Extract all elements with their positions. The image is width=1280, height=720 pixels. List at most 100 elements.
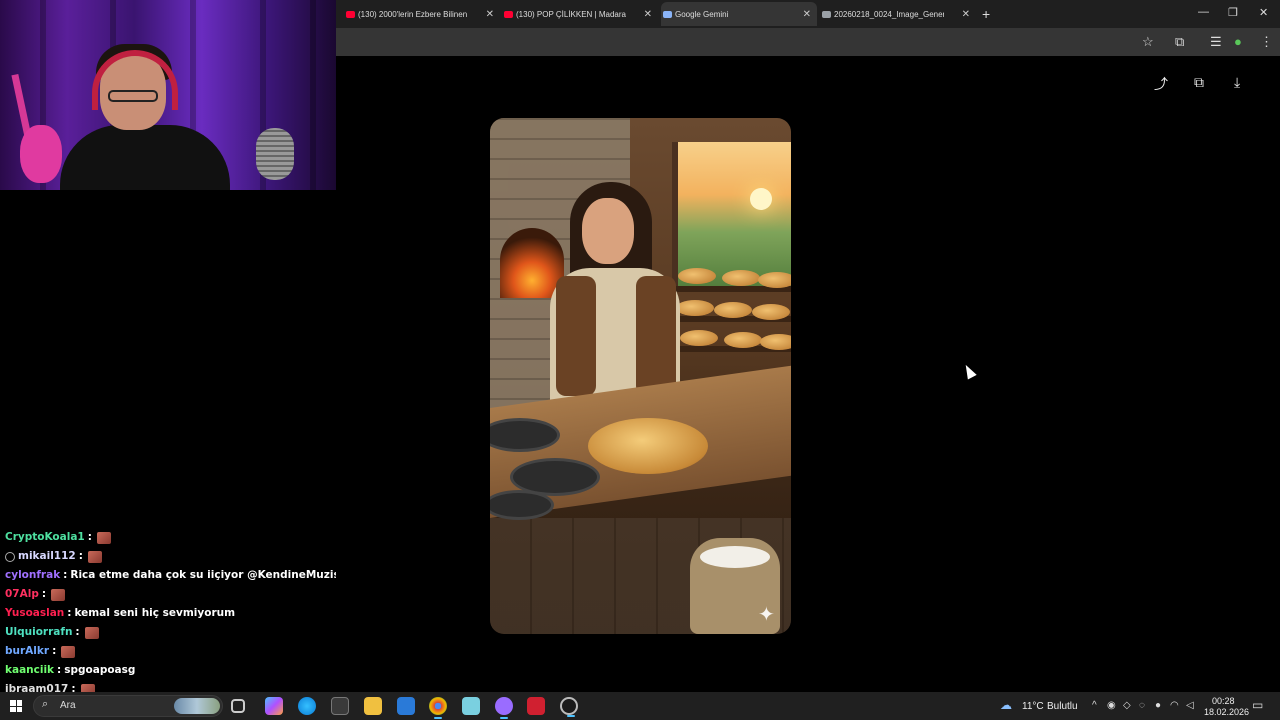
share-icon[interactable]: ⤴ [1154, 74, 1168, 94]
copy-icon[interactable]: ⧉ [1194, 74, 1204, 91]
volume-icon[interactable]: ◁ [1186, 700, 1194, 711]
weather-temperature[interactable]: 11°C [1022, 701, 1044, 712]
tab-label: (130) POP ÇİLİKKEN | Madara O [516, 9, 626, 19]
tab-1[interactable]: (130) POP ÇİLİKKEN | Madara O ✕ [502, 4, 658, 24]
screen: CryptoKoala1: mikail112: cylonfrak: Rica et… [0, 0, 1280, 720]
flatbread [588, 418, 708, 474]
mic-icon[interactable]: ● [1155, 700, 1161, 711]
media-app-icon[interactable] [527, 697, 545, 715]
tab-label: Google Gemini [675, 9, 729, 19]
browser-toolbar: ☆ ⧉ ☰ ● ⋮ [336, 28, 1280, 56]
chat-emote-icon [84, 626, 99, 639]
tab-3[interactable]: 20260218_0024_Image_Genera ✕ [820, 4, 976, 24]
weather-icon: ☁ [1000, 698, 1012, 712]
browser-menu-icon[interactable]: ⋮ [1260, 34, 1273, 50]
browser-tab-bar: (130) 2000'lerin Ezbere Bilinen ✕ (130) … [336, 0, 1280, 28]
microphone [256, 128, 294, 180]
search-highlight-art [174, 698, 220, 714]
chrome-icon[interactable] [429, 697, 447, 719]
search-placeholder: Ara [60, 700, 76, 711]
windows-taskbar: ⌕ Ara ☁ 11°C Bulutlu ^ ◉ ◇ ◌ ● ◠ ◁ 00:28… [0, 692, 1280, 720]
flour [700, 546, 770, 568]
chat-separator: : [78, 550, 83, 562]
chat-emote-icon [51, 588, 66, 601]
media-controls-icon[interactable]: ☰ [1210, 34, 1222, 50]
chat-separator: : [52, 645, 57, 657]
windows-start-icon[interactable] [10, 700, 22, 712]
chat-separator: : [87, 531, 92, 543]
chat-username[interactable]: Yusoaslan [5, 604, 64, 623]
chat-username[interactable]: burAlkr [5, 642, 49, 661]
bookmark-star-icon[interactable]: ☆ [1142, 34, 1154, 50]
chat-username[interactable]: CryptoKoala1 [5, 528, 85, 547]
window-close-button[interactable]: ✕ [1259, 6, 1268, 19]
tab-2[interactable]: Google Gemini ✕ [661, 2, 817, 26]
baking-pan [490, 490, 554, 520]
chat-username[interactable]: mikail112 [18, 547, 76, 566]
store-icon[interactable] [331, 697, 349, 715]
streaming-app-icon[interactable] [560, 697, 578, 717]
close-icon[interactable]: ✕ [803, 9, 811, 20]
chat-separator: : [75, 626, 80, 638]
youtube-icon [346, 10, 355, 18]
minimize-button[interactable]: — [1198, 6, 1209, 18]
edge-icon[interactable] [298, 697, 316, 715]
chat-username[interactable]: kaanciik [5, 661, 54, 680]
chat-emote-icon [96, 531, 111, 544]
baker-vest-right [636, 276, 676, 396]
taskbar-search[interactable]: ⌕ Ara [33, 695, 223, 717]
tab-0[interactable]: (130) 2000'lerin Ezbere Bilinen ✕ [344, 4, 500, 24]
task-view-icon[interactable] [231, 699, 245, 713]
mail-icon[interactable] [397, 697, 415, 715]
close-icon[interactable]: ✕ [644, 9, 652, 20]
close-icon[interactable]: ✕ [486, 9, 494, 20]
chat-message: 07Alp: [0, 585, 336, 604]
new-tab-button[interactable]: + [982, 6, 990, 22]
chat-text: kemal seni hiç sevmiyorum [74, 607, 236, 619]
generated-image: ✦ [490, 118, 791, 634]
profile-icon[interactable]: ● [1234, 34, 1242, 49]
globe-icon [822, 10, 831, 18]
chat-username[interactable]: Ulquiorrafn [5, 623, 72, 642]
chat-text: Rica etme daha çok su iiçiyor @KendineMu… [70, 569, 362, 581]
chat-text: spgoapoasg [64, 664, 136, 676]
file-explorer-icon[interactable] [364, 697, 382, 715]
network-icon[interactable]: ◌ [1139, 700, 1145, 711]
chat-message: mikail112: [0, 547, 336, 566]
tray-app-icon[interactable]: ◇ [1123, 700, 1131, 711]
close-icon[interactable]: ✕ [962, 9, 970, 20]
chat-emote-icon [61, 645, 76, 658]
guitar [20, 125, 62, 183]
download-icon[interactable]: ⤓ [1234, 74, 1240, 91]
weather-description[interactable]: Bulutlu [1047, 701, 1078, 712]
tab-label: (130) 2000'lerin Ezbere Bilinen [358, 9, 468, 19]
restore-button[interactable]: ❐ [1228, 6, 1238, 19]
chat-username[interactable]: cylonfrak [5, 566, 60, 585]
clock-date[interactable]: 18.02.2026 [1204, 707, 1249, 717]
tray-chevron-icon[interactable]: ^ [1092, 700, 1097, 711]
chat-separator: : [57, 664, 62, 676]
chat-separator: : [41, 588, 47, 600]
search-icon: ⌕ [42, 698, 49, 710]
obs-icon[interactable] [495, 697, 513, 719]
chat-separator: : [67, 607, 72, 619]
wifi-icon[interactable]: ◠ [1170, 700, 1179, 711]
stream-chat: CryptoKoala1: mikail112: cylonfrak: Rica et… [0, 528, 361, 699]
extensions-icon[interactable]: ⧉ [1175, 34, 1184, 50]
chat-message: kaanciik: spgoapoasg [0, 661, 336, 680]
chat-message: Yusoaslan: kemal seni hiç sevmiyorum [0, 604, 336, 623]
chat-message: CryptoKoala1: [0, 528, 336, 547]
chat-emote-icon [87, 550, 102, 563]
chat-message: burAlkr: [0, 642, 336, 661]
notes-icon[interactable] [462, 697, 480, 715]
notification-icon[interactable]: ▭ [1252, 698, 1263, 712]
chat-username[interactable]: 07Alp [5, 585, 39, 604]
gemini-icon [663, 10, 672, 18]
youtube-icon [504, 10, 513, 18]
chat-badge-icon [5, 551, 15, 562]
steam-icon[interactable]: ◉ [1107, 700, 1116, 711]
clock-time[interactable]: 00:28 [1212, 696, 1235, 706]
baker-vest-left [556, 276, 596, 396]
gemini-sparkle-icon: ✦ [758, 604, 775, 626]
copilot-icon[interactable] [265, 697, 283, 715]
